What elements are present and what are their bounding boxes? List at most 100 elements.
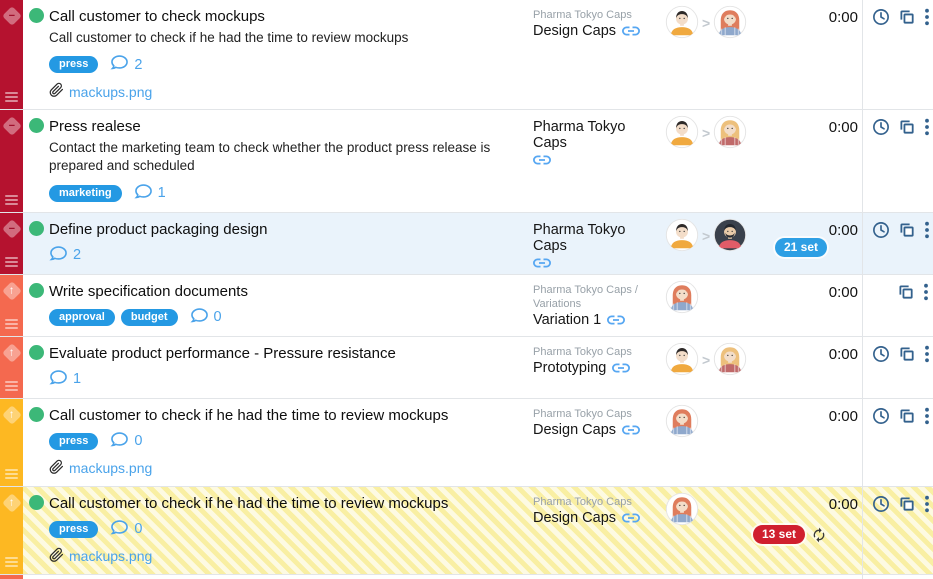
attachment-link[interactable]: mackups.png [49,82,529,101]
kebab-menu-icon[interactable] [924,118,930,136]
status-dot[interactable] [29,407,44,422]
drag-handle-icon[interactable] [5,381,18,391]
tag-pill[interactable]: budget [121,309,178,326]
status-dot[interactable] [29,118,44,133]
attachment-link[interactable]: mackups.png [49,547,529,566]
clock-icon[interactable] [872,221,890,239]
tag-pill[interactable]: press [49,56,98,73]
kebab-menu-icon[interactable] [924,407,930,425]
project-name-link[interactable]: Design Caps [533,23,616,39]
priority-diamond-icon[interactable]: − [2,6,22,26]
comments-button[interactable]: 1 [49,369,81,390]
duplicate-icon[interactable] [898,407,916,425]
task-title[interactable]: Call customer to check mockups [49,8,265,25]
clock-icon[interactable] [872,8,890,26]
link-icon[interactable] [622,512,640,524]
duplicate-icon[interactable] [898,495,916,513]
worklog-time: 0:00 [827,487,862,574]
link-icon[interactable] [622,25,640,37]
comments-button[interactable]: 0 [110,431,142,452]
project-name-link[interactable]: Variation 1 [533,312,601,328]
priority-diamond-icon[interactable]: − [2,219,22,239]
drag-handle-icon[interactable] [5,257,18,267]
kebab-menu-icon[interactable] [924,221,930,239]
tag-pill[interactable]: approval [49,309,115,326]
priority-diamond-icon[interactable]: ↑ [2,405,22,425]
project-name-link[interactable]: Pharma Tokyo Caps [533,222,649,254]
avatar-man-yellow[interactable] [665,218,699,252]
task-title[interactable]: Define product packaging design [49,221,267,238]
link-icon[interactable] [622,424,640,436]
project-name-link[interactable]: Prototyping [533,360,606,376]
attachment-filename[interactable]: mackups.png [69,460,152,476]
avatar-man-yellow[interactable] [665,115,699,149]
priority-diamond-icon[interactable]: − [2,116,22,136]
link-icon[interactable] [607,314,625,326]
comment-bubble-icon [110,431,129,452]
link-icon[interactable] [533,154,551,166]
paperclip-icon [49,547,64,566]
project-path: Pharma Tokyo Caps [533,407,649,421]
avatar-woman-blonde[interactable] [713,115,747,149]
clock-icon[interactable] [872,495,890,513]
status-dot[interactable] [29,495,44,510]
kebab-menu-icon[interactable] [923,283,929,301]
comments-button[interactable]: 1 [134,183,166,204]
attachment-filename[interactable]: mackups.png [69,84,152,100]
clock-icon[interactable] [872,118,890,136]
priority-diamond-icon[interactable]: ↑ [2,493,22,513]
task-title[interactable]: Call customer to check if he had the tim… [49,495,448,512]
status-dot[interactable] [29,345,44,360]
kebab-menu-icon[interactable] [924,8,930,26]
drag-handle-icon[interactable] [5,195,18,205]
comments-button[interactable]: 2 [110,54,142,75]
tag-pill[interactable]: marketing [49,185,122,202]
clock-icon[interactable] [872,407,890,425]
duplicate-icon[interactable] [898,118,916,136]
duplicate-icon[interactable] [898,221,916,239]
avatar-woman-blonde[interactable] [713,342,747,376]
duplicate-icon[interactable] [898,345,916,363]
comments-button[interactable]: 2 [49,245,81,266]
priority-diamond-icon[interactable]: ↑ [2,343,22,363]
drag-handle-icon[interactable] [5,469,18,479]
avatar-man-beard[interactable] [713,218,747,252]
project-name-link[interactable]: Design Caps [533,510,616,526]
duplicate-icon[interactable] [898,8,916,26]
duplicate-icon[interactable] [897,283,915,301]
clock-icon[interactable] [872,345,890,363]
kebab-menu-icon[interactable] [924,345,930,363]
link-icon[interactable] [533,257,551,269]
project-name-link[interactable]: Design Caps [533,422,616,438]
drag-handle-icon[interactable] [5,319,18,329]
tag-pill[interactable]: press [49,433,98,450]
avatar-woman-red[interactable] [713,5,747,39]
project-name-link[interactable]: Pharma Tokyo Caps [533,119,649,151]
task-title[interactable]: Write specification documents [49,283,248,300]
kebab-menu-icon[interactable] [924,495,930,513]
status-dot[interactable] [29,283,44,298]
tag-pill[interactable]: press [49,521,98,538]
status-dot[interactable] [29,8,44,23]
attachment-filename[interactable]: mackups.png [69,548,152,564]
badge-column [753,575,827,579]
avatar-woman-red[interactable] [665,492,699,526]
avatar-woman-red[interactable] [665,280,699,314]
priority-diamond-icon[interactable]: ↑ [2,281,22,301]
status-dot[interactable] [29,221,44,236]
drag-handle-icon[interactable] [5,92,18,102]
task-title[interactable]: Call customer to check if he had the tim… [49,407,448,424]
comments-button[interactable]: 0 [110,519,142,540]
link-icon[interactable] [612,362,630,374]
avatar-man-yellow[interactable] [665,5,699,39]
comments-button[interactable]: 0 [190,307,222,328]
comments-count: 1 [73,371,81,387]
attachment-link[interactable]: mackups.png [49,459,529,478]
drag-handle-icon[interactable] [5,557,18,567]
task-title[interactable]: Press realese [49,118,141,135]
avatar-woman-red[interactable] [665,404,699,438]
priority-strip: ↑ [0,337,23,398]
avatar-man-yellow[interactable] [665,342,699,376]
badge-column [753,0,827,109]
task-title[interactable]: Evaluate product performance - Pressure … [49,345,396,362]
